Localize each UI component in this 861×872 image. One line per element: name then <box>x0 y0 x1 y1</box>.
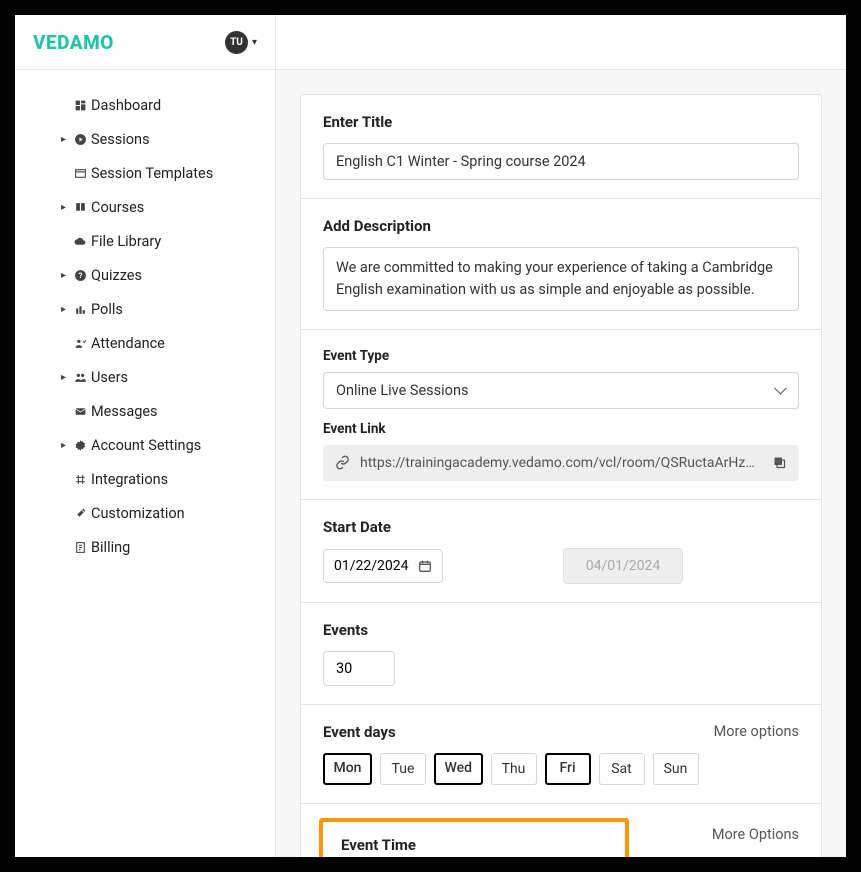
day-wed[interactable]: Wed <box>434 753 483 785</box>
sidebar: VEDAMO TU ▾ Dashboard Sessions Session Tem… <box>15 15 276 857</box>
avatar: TU <box>225 31 248 54</box>
event-link-label: Event Link <box>323 421 799 437</box>
section-event-type: Event Type Online Live Sessions Event Li… <box>301 330 821 500</box>
svg-text:?: ? <box>78 271 82 280</box>
sidebar-item-label: Sessions <box>91 131 150 148</box>
sidebar-item-label: Quizzes <box>91 267 142 284</box>
day-thu[interactable]: Thu <box>491 753 537 785</box>
sidebar-item-file-library[interactable]: File Library <box>15 224 275 258</box>
section-start-date: Start Date 01/22/2024 04/01/2024 <box>301 500 821 603</box>
title-label: Enter Title <box>323 113 799 131</box>
sidebar-item-label: Courses <box>91 199 144 216</box>
template-icon <box>73 166 87 180</box>
dashboard-icon <box>73 98 87 112</box>
events-label: Events <box>323 621 799 639</box>
copy-icon[interactable] <box>772 455 787 470</box>
sidebar-item-customization[interactable]: Customization <box>15 496 275 530</box>
billing-icon <box>73 540 87 554</box>
section-description: Add Description We are committed to maki… <box>301 199 821 330</box>
section-event-time: Event Time 14:00 15:30 <box>301 804 821 858</box>
more-options-time[interactable]: More Options <box>712 826 799 843</box>
event-time-label: Event Time <box>341 836 607 854</box>
main: Enter Title Add Description We are commi… <box>276 15 846 857</box>
nav: Dashboard Sessions Session Templates Course… <box>15 70 275 582</box>
sidebar-item-label: Polls <box>91 301 123 318</box>
play-icon <box>73 132 87 146</box>
sidebar-item-label: Customization <box>91 505 185 522</box>
sidebar-item-label: Users <box>91 369 128 386</box>
start-date-label: Start Date <box>323 518 799 536</box>
attendance-icon <box>73 336 87 350</box>
sidebar-item-label: Attendance <box>91 335 165 352</box>
cloud-icon <box>73 234 87 248</box>
event-type-value: Online Live Sessions <box>323 372 799 409</box>
brand-row: VEDAMO TU ▾ <box>15 15 275 70</box>
calendar-icon <box>418 559 432 573</box>
sidebar-item-sessions[interactable]: Sessions <box>15 122 275 156</box>
sidebar-item-billing[interactable]: Billing <box>15 530 275 564</box>
description-label: Add Description <box>323 217 799 235</box>
sidebar-item-users[interactable]: Users <box>15 360 275 394</box>
sidebar-item-label: Dashboard <box>91 97 161 114</box>
sidebar-item-account-settings[interactable]: Account Settings <box>15 428 275 462</box>
day-sun[interactable]: Sun <box>653 753 699 785</box>
tools-icon <box>73 506 87 520</box>
brand-logo: VEDAMO <box>33 31 114 54</box>
section-title: Enter Title <box>301 95 821 199</box>
mail-icon <box>73 404 87 418</box>
sidebar-item-label: Messages <box>91 403 158 420</box>
header-strip <box>276 15 846 70</box>
sidebar-item-session-templates[interactable]: Session Templates <box>15 156 275 190</box>
section-events: Events <box>301 603 821 705</box>
day-sat[interactable]: Sat <box>599 753 645 785</box>
start-date-input[interactable]: 01/22/2024 <box>323 549 443 583</box>
sidebar-item-messages[interactable]: Messages <box>15 394 275 428</box>
days-row: MonTueWedThuFriSatSun <box>323 753 799 785</box>
users-icon <box>73 370 87 384</box>
poll-icon <box>73 302 87 316</box>
event-time-highlight: Event Time 14:00 15:30 <box>319 818 629 858</box>
sidebar-item-polls[interactable]: Polls <box>15 292 275 326</box>
sidebar-item-label: Billing <box>91 539 130 556</box>
sidebar-item-attendance[interactable]: Attendance <box>15 326 275 360</box>
day-tue[interactable]: Tue <box>380 753 426 785</box>
end-date-input: 04/01/2024 <box>563 548 683 584</box>
book-icon <box>73 200 87 214</box>
sidebar-item-quizzes[interactable]: ? Quizzes <box>15 258 275 292</box>
section-event-days: Event days More options MonTueWedThuFriS… <box>301 705 821 804</box>
day-mon[interactable]: Mon <box>323 753 372 785</box>
link-icon <box>335 455 350 470</box>
event-form-card: Enter Title Add Description We are commi… <box>300 94 822 857</box>
sidebar-item-label: Integrations <box>91 471 168 488</box>
events-input[interactable] <box>323 651 395 686</box>
integrations-icon <box>73 472 87 486</box>
sidebar-item-dashboard[interactable]: Dashboard <box>15 88 275 122</box>
day-fri[interactable]: Fri <box>545 753 591 785</box>
more-options-days[interactable]: More options <box>714 723 799 740</box>
event-link-value: https://trainingacademy.vedamo.com/vcl/r… <box>360 455 762 471</box>
title-input[interactable] <box>323 143 799 180</box>
gear-icon <box>73 438 87 452</box>
end-date-value: 04/01/2024 <box>586 558 661 574</box>
chevron-down-icon: ▾ <box>252 37 257 48</box>
question-icon: ? <box>73 268 87 282</box>
sidebar-item-label: File Library <box>91 233 161 250</box>
event-days-label: Event days <box>323 723 396 741</box>
event-link-row: https://trainingacademy.vedamo.com/vcl/r… <box>323 445 799 481</box>
event-type-label: Event Type <box>323 348 799 364</box>
description-input[interactable]: We are committed to making your experien… <box>323 247 799 311</box>
start-date-value: 01/22/2024 <box>334 558 409 574</box>
event-type-select[interactable]: Online Live Sessions <box>323 372 799 409</box>
sidebar-item-label: Session Templates <box>91 165 213 182</box>
sidebar-item-courses[interactable]: Courses <box>15 190 275 224</box>
sidebar-item-integrations[interactable]: Integrations <box>15 462 275 496</box>
user-menu[interactable]: TU ▾ <box>225 31 257 54</box>
sidebar-item-label: Account Settings <box>91 437 201 454</box>
